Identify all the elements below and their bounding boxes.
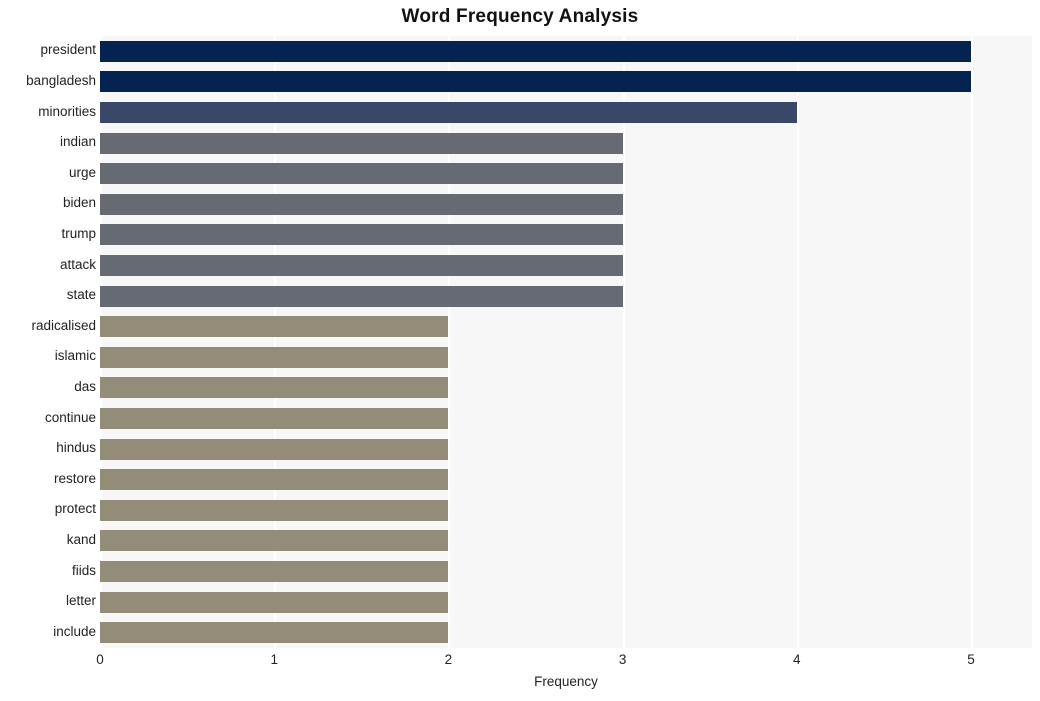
bar-row[interactable] [100,561,1032,582]
bar-row[interactable] [100,40,1032,62]
bar-row[interactable] [100,622,1032,644]
bar-president[interactable] [100,40,972,62]
x-tick-label-2: 2 [444,652,453,667]
y-tick-label-include: include [53,623,96,639]
bar-radicalised[interactable] [100,316,449,338]
y-tick-label-urge: urge [68,164,96,180]
bar-row[interactable] [100,132,1032,154]
x-axis-title: Frequency [534,674,598,689]
x-tick-label-4: 4 [793,652,801,667]
x-tick-label-1: 1 [270,652,278,667]
bar-indian[interactable] [100,132,623,154]
bar-letter[interactable] [100,591,449,613]
bar-trump[interactable] [100,224,623,246]
bar-restore[interactable] [100,469,449,491]
bar-hindus[interactable] [100,438,449,460]
y-tick-label-minorities: minorities [38,103,96,119]
bar-row[interactable] [100,285,1032,307]
y-tick-label-letter: letter [65,593,96,609]
y-tick-label-radicalised: radicalised [31,317,96,333]
bar-bangladesh[interactable] [100,71,972,93]
y-tick-label-president: president [40,42,96,58]
y-tick-label-islamic: islamic [54,348,96,364]
bar-continue[interactable] [100,408,449,429]
bar-minorities[interactable] [100,102,797,123]
bar-row[interactable] [100,224,1032,246]
bar-row[interactable] [100,255,1032,276]
bar-rows [100,36,1032,648]
bar-row[interactable] [100,71,1032,93]
x-tick-label-5: 5 [967,652,975,667]
y-tick-label-biden: biden [62,195,96,211]
y-tick-label-state: state [66,287,96,303]
bar-row[interactable] [100,499,1032,521]
bar-row[interactable] [100,469,1032,491]
bar-attack[interactable] [100,255,623,276]
y-tick-label-indian: indian [59,134,96,150]
bar-state[interactable] [100,285,623,307]
bar-row[interactable] [100,163,1032,185]
bar-row[interactable] [100,408,1032,429]
bar-row[interactable] [100,591,1032,613]
bar-urge[interactable] [100,163,623,185]
bar-fiids[interactable] [100,561,449,582]
bar-row[interactable] [100,193,1032,215]
x-tick-label-0: 0 [96,652,104,667]
y-tick-label-continue: continue [44,409,96,425]
y-tick-label-trump: trump [61,225,96,241]
bar-row[interactable] [100,346,1032,368]
bar-kand[interactable] [100,530,449,552]
bar-row[interactable] [100,316,1032,338]
bar-das[interactable] [100,377,449,399]
bar-islamic[interactable] [100,346,449,368]
y-tick-label-hindus: hindus [56,440,96,456]
y-axis: president bangladesh minorities indian urge b… [0,36,96,648]
y-tick-label-protect: protect [54,501,96,517]
bar-protect[interactable] [100,499,449,521]
bar-biden[interactable] [100,193,623,215]
y-tick-label-attack: attack [59,256,96,272]
y-tick-label-restore: restore [53,470,96,486]
x-axis: 0 1 2 3 4 5 [96,648,1032,674]
y-tick-label-bangladesh: bangladesh [26,72,96,88]
y-tick-label-kand: kand [66,531,96,547]
word-frequency-chart: Word Frequency Analysis president banglad… [0,0,1040,701]
bar-row[interactable] [100,102,1032,123]
plot-area [100,36,1032,648]
bar-row[interactable] [100,530,1032,552]
y-tick-label-fiids: fiids [71,562,96,578]
x-tick-label-3: 3 [618,652,627,667]
y-tick-label-das: das [74,378,96,394]
chart-title: Word Frequency Analysis [401,6,639,27]
bar-row[interactable] [100,377,1032,399]
bar-row[interactable] [100,438,1032,460]
bar-include[interactable] [100,622,449,644]
